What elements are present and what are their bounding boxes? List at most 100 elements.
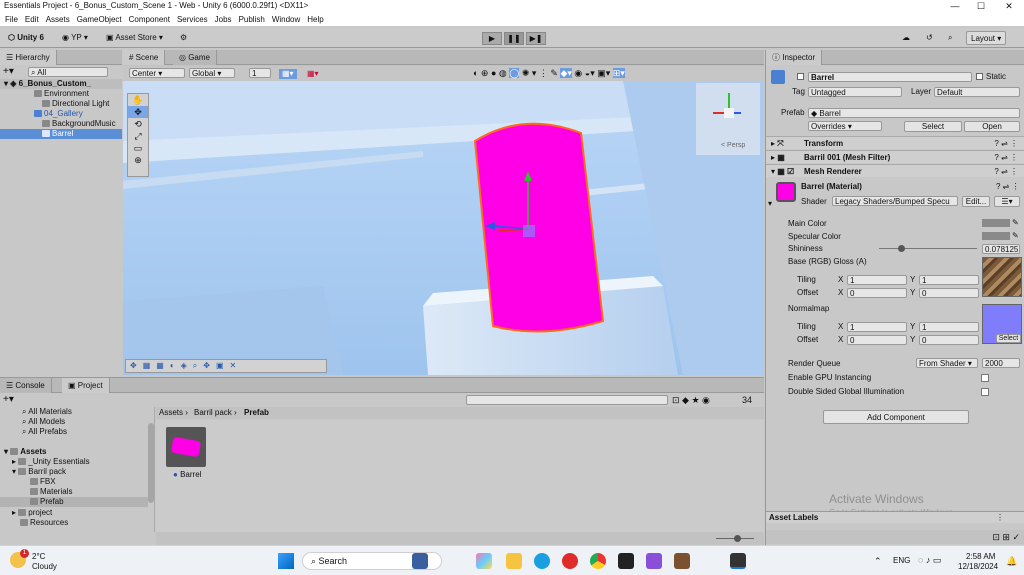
tab-game[interactable]: ◎ Game (173, 50, 217, 65)
hand-tool-icon[interactable]: ✋ (128, 94, 148, 106)
component-transform[interactable]: ▸ ⤧ Transform? ⇌ ⋮ (766, 136, 1024, 149)
grid-snap-input[interactable]: 1 (249, 68, 271, 78)
scene-viewport[interactable]: < Persp ✋ ✥ ⟲ ⤢ ▭ ⊕ ✥▦▦◐◈⌕✥▣✕ (123, 81, 764, 375)
network-volume-icons[interactable]: ◌ ♪ ▭ (918, 555, 941, 565)
favorite-all-models[interactable]: ⌕ All Models (22, 417, 65, 427)
terminal-icon[interactable] (618, 553, 634, 569)
layout-dropdown[interactable]: Layout ▾ (966, 31, 1007, 45)
rotate-tool-icon[interactable]: ⟲ (128, 118, 148, 130)
snap-toggle-icon[interactable]: ▦▾ (305, 69, 321, 79)
hierarchy-item-background-music[interactable]: BackgroundMusic (42, 119, 116, 129)
maximize-button[interactable]: ☐ (968, 0, 994, 12)
tab-project[interactable]: ▣ Project (62, 378, 110, 393)
asset-store-button[interactable]: ▣ Asset Store ▾ (102, 31, 167, 45)
shader-edit-button[interactable]: Edit... (962, 196, 990, 207)
notifications-icon[interactable]: 🔔 (1006, 556, 1017, 566)
scale-tool-icon[interactable]: ⤢ (128, 130, 148, 142)
folder-barril-pack[interactable]: ▾ Barril pack (12, 467, 66, 477)
chrome-icon[interactable] (590, 553, 606, 569)
tray-chevron-icon[interactable]: ⌃ (874, 556, 882, 566)
history-icon[interactable]: ↺ (922, 31, 937, 45)
cloud-icon[interactable]: ☁ (898, 31, 914, 45)
favorite-all-materials[interactable]: ⌕ All Materials (22, 407, 72, 417)
shininess-slider-track[interactable] (879, 248, 977, 249)
main-color-swatch[interactable] (982, 219, 1010, 227)
normal-offset-x-input[interactable]: 0 (847, 335, 907, 345)
folder-prefab[interactable]: Prefab (0, 497, 148, 507)
eyedropper-icon[interactable]: ✎ (1012, 218, 1019, 228)
tab-console[interactable]: ☰ Console (0, 378, 52, 393)
menu-assets[interactable]: Assets (46, 15, 70, 24)
prefab-select-button[interactable]: Select (904, 121, 962, 132)
prefab-open-button[interactable]: Open (964, 121, 1020, 132)
copilot-icon[interactable] (476, 553, 492, 569)
menu-services[interactable]: Services (177, 15, 208, 24)
menu-edit[interactable]: Edit (25, 15, 39, 24)
minimize-button[interactable]: — (942, 0, 968, 12)
shader-dropdown[interactable]: Legacy Shaders/Bumped Specu (832, 196, 958, 206)
account-dropdown[interactable]: ◉ YP ▾ (58, 31, 92, 45)
folder-fbx[interactable]: FBX (30, 477, 56, 487)
folder-unity-essentials[interactable]: ▸ _Unity Essentials (12, 457, 90, 467)
step-button[interactable]: ▶❚ (526, 32, 546, 45)
hierarchy-item-gallery[interactable]: 04_Gallery (34, 109, 83, 119)
project-tree-scrollbar[interactable] (148, 423, 154, 503)
asset-thumbnail-barrel[interactable] (166, 427, 206, 467)
visual-studio-icon[interactable] (646, 553, 662, 569)
component-mesh-filter[interactable]: ▸ ▦ Barril 001 (Mesh Filter)? ⇌ ⋮ (766, 150, 1024, 163)
breadcrumb-assets[interactable]: Assets › (159, 408, 188, 418)
shininess-slider-knob[interactable] (897, 245, 905, 252)
normal-texture-select-button[interactable]: Select (996, 334, 1021, 343)
scene-root-row[interactable]: ▾ ◈ 6_Bonus_Custom_ (0, 79, 122, 89)
clock-time[interactable]: 2:58 AM (966, 552, 995, 562)
folder-project[interactable]: ▸ project (12, 508, 52, 518)
menu-help[interactable]: Help (307, 15, 323, 24)
base-texture-slot[interactable] (982, 257, 1022, 297)
material-foldout-icon[interactable]: ▾ (768, 199, 772, 209)
tab-hierarchy[interactable]: ☰ Hierarchy (0, 50, 57, 65)
space-dropdown[interactable]: Global ▾ (189, 68, 235, 78)
app-icon[interactable] (674, 553, 690, 569)
tab-inspector[interactable]: ⓘ Inspector (766, 50, 823, 65)
grid-toggle-icon[interactable]: ▦▾ (279, 69, 297, 79)
opera-icon[interactable] (562, 553, 578, 569)
pivot-dropdown[interactable]: Center ▾ (129, 68, 185, 78)
status-icons[interactable]: ⊡ ⊞ ✓ (766, 530, 1024, 544)
rect-tool-icon[interactable]: ▭ (128, 142, 148, 154)
menu-component[interactable]: Component (129, 15, 170, 24)
create-asset-button[interactable]: +▾ (3, 395, 14, 405)
double-sided-gi-checkbox[interactable] (981, 388, 989, 396)
hierarchy-item-directional-light[interactable]: Directional Light (42, 99, 109, 109)
draw-mode-icon[interactable]: ◐ ⊕ ● ◍ ◯ ✺ ▾ ⋮ ✎ ◆▾ ◉ ◒▾ ▣▾ ⊞▾ (473, 68, 625, 78)
project-filter-icons[interactable]: ⊡ ◆ ★ ◉ (672, 395, 710, 405)
breadcrumb-prefab[interactable]: Prefab (244, 408, 269, 418)
static-checkbox[interactable] (976, 73, 983, 80)
pause-button[interactable]: ❚❚ (504, 32, 524, 45)
persp-label[interactable]: < Persp (721, 141, 745, 151)
close-window-button[interactable]: ✕ (996, 0, 1022, 12)
breadcrumb-barril-pack[interactable]: Barril pack › (194, 408, 237, 418)
menu-window[interactable]: Window (272, 15, 300, 24)
base-tiling-y-input[interactable]: 1 (919, 275, 979, 285)
overrides-dropdown[interactable]: Overrides ▾ (808, 121, 882, 131)
menu-publish[interactable]: Publish (239, 15, 265, 24)
component-menu-icon[interactable]: ? ⇌ ⋮ (994, 151, 1018, 164)
specular-color-swatch[interactable] (982, 232, 1010, 240)
render-queue-mode-dropdown[interactable]: From Shader ▾ (916, 358, 978, 368)
language-indicator[interactable]: ENG (893, 556, 910, 566)
eyedropper-icon[interactable]: ✎ (1012, 231, 1019, 241)
base-tiling-x-input[interactable]: 1 (847, 275, 907, 285)
asset-labels-bar[interactable]: Asset Labels ⋮ (766, 511, 1024, 523)
normal-offset-y-input[interactable]: 0 (919, 335, 979, 345)
assets-root[interactable]: ▾ Assets (4, 447, 47, 457)
hierarchy-item-barrel[interactable]: Barrel (0, 129, 122, 139)
search-icon[interactable]: ⌕ (944, 31, 956, 45)
windows-start-icon[interactable] (278, 553, 294, 569)
object-name-field[interactable]: Barrel (808, 72, 972, 82)
normal-tiling-x-input[interactable]: 1 (847, 322, 907, 332)
shininess-value[interactable]: 0.078125 (982, 244, 1020, 254)
play-button[interactable]: ▶ (482, 32, 502, 45)
tab-scene[interactable]: # Scene (123, 50, 166, 65)
component-menu-icon[interactable]: ? ⇌ ⋮ (994, 137, 1018, 150)
base-offset-x-input[interactable]: 0 (847, 288, 907, 298)
